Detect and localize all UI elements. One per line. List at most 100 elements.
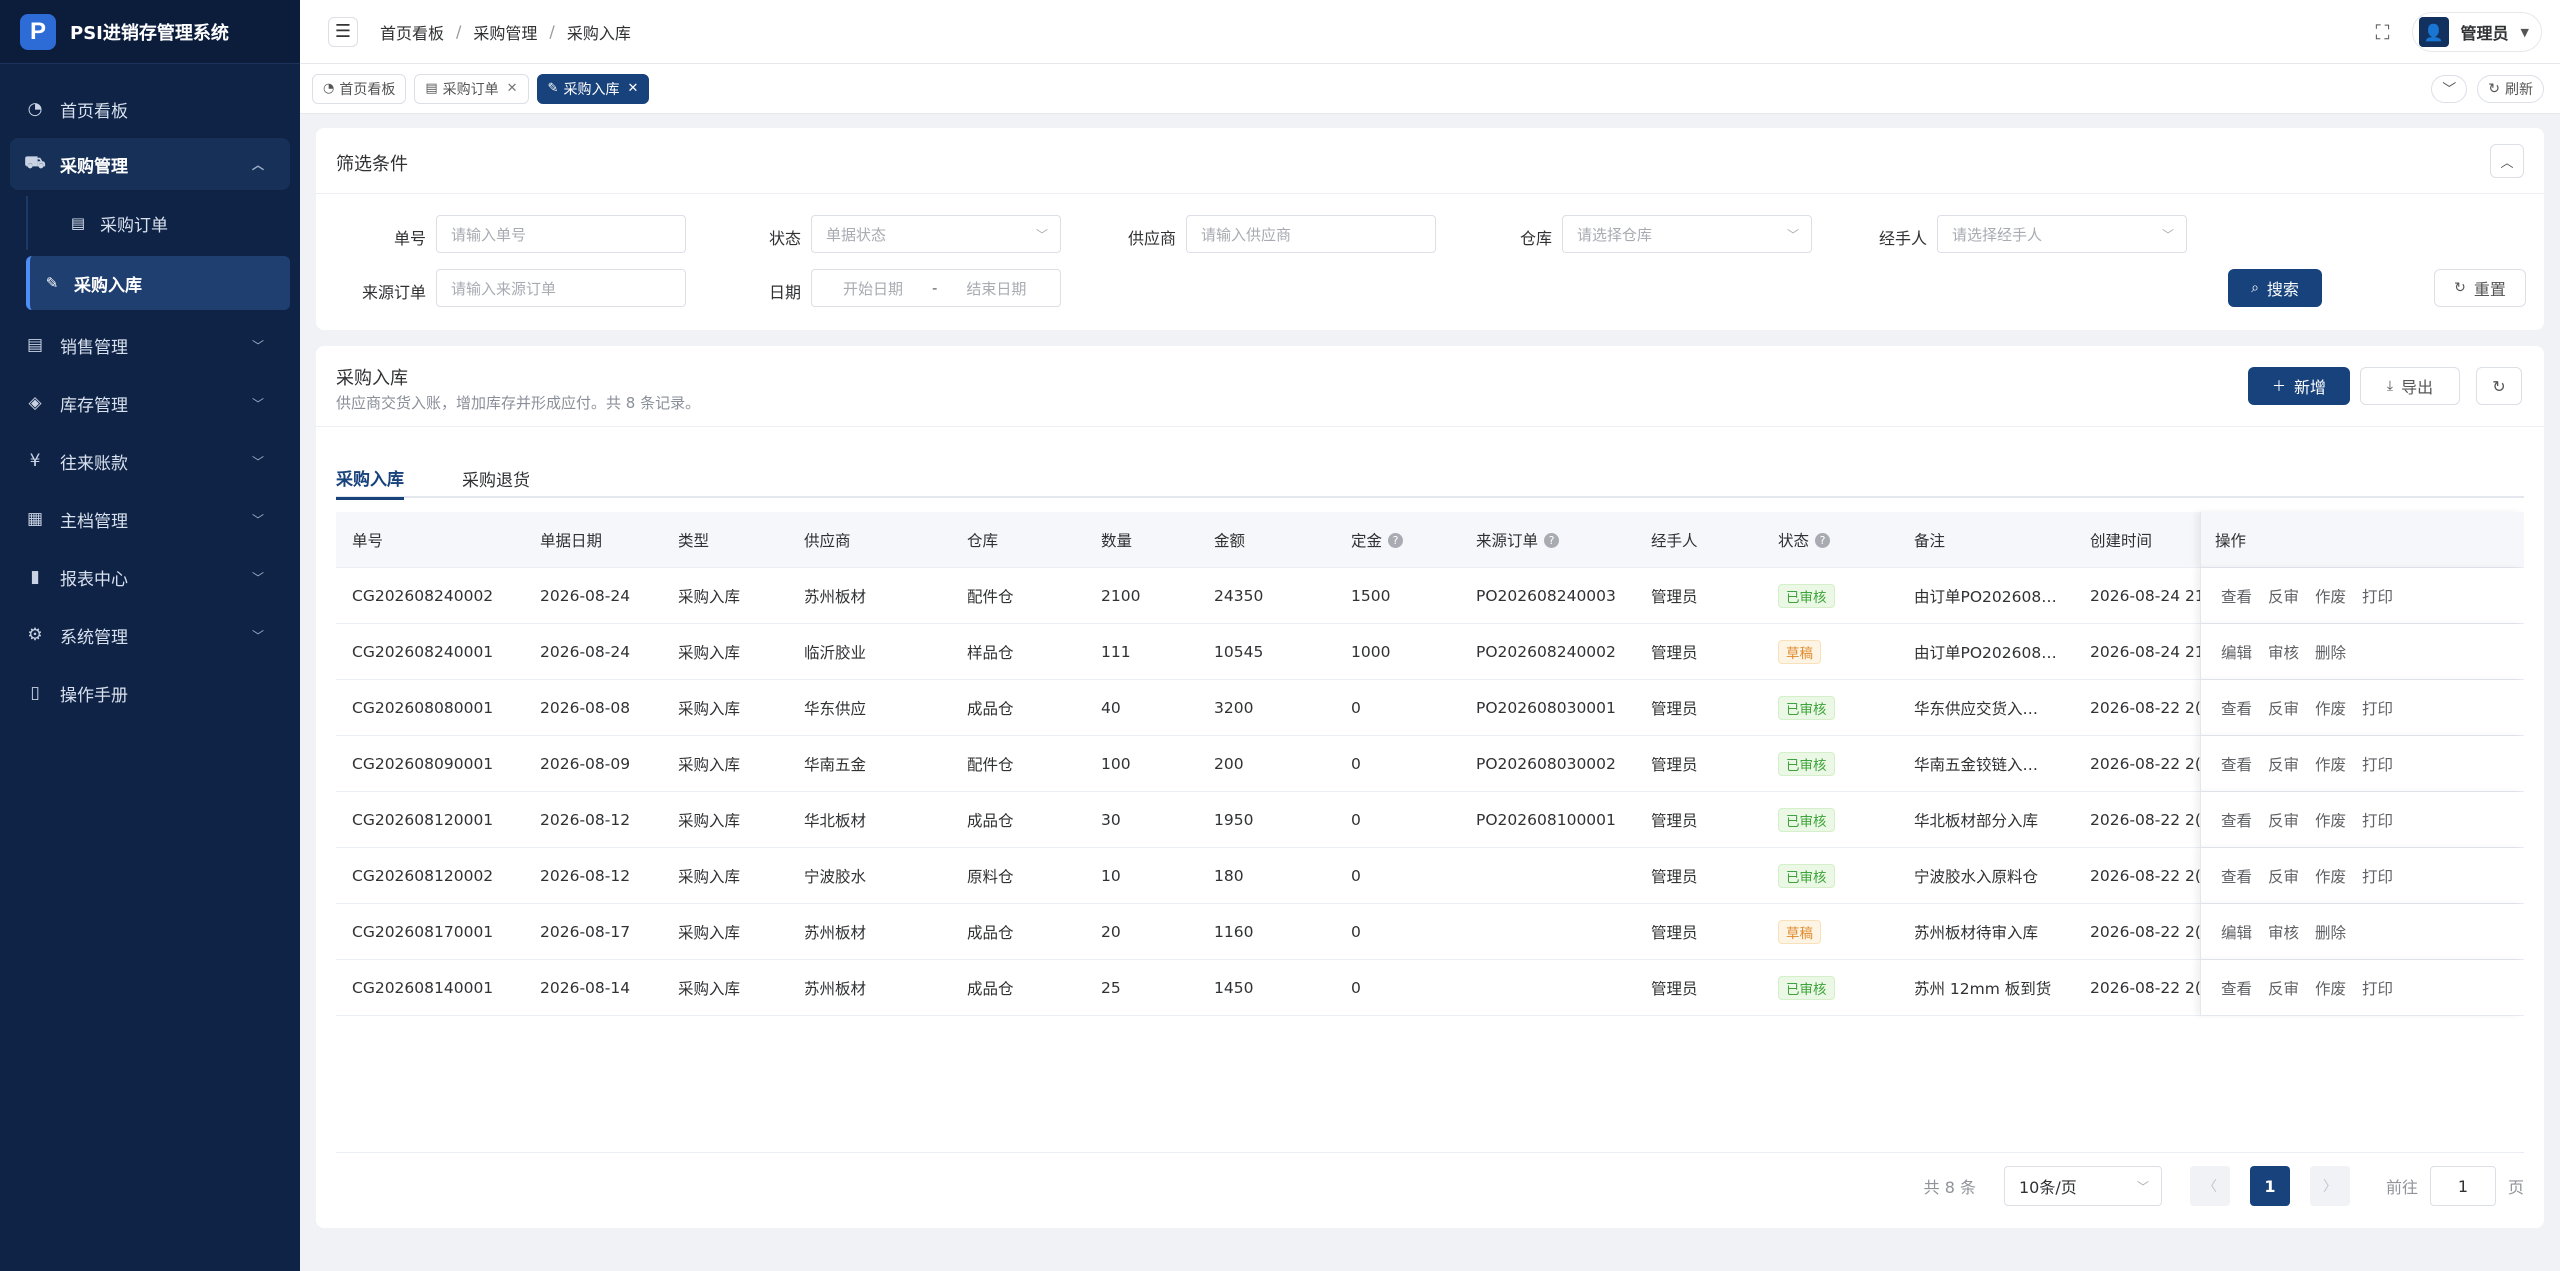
- handler-select[interactable]: 请选择经手人 ﹀: [1937, 215, 2187, 253]
- sidebar-item-inventory[interactable]: ◈ 库存管理 ﹀: [0, 374, 300, 432]
- row-action-link[interactable]: 查看: [2221, 753, 2252, 775]
- amount-cell: 1450: [1214, 979, 1254, 997]
- fullscreen-icon[interactable]: ⛶: [2376, 20, 2390, 44]
- date-range-picker[interactable]: 开始日期 - 结束日期: [811, 269, 1061, 307]
- sidebar-item-reports[interactable]: ▮ 报表中心 ﹀: [0, 548, 300, 606]
- tags-dropdown-button[interactable]: ﹀: [2431, 74, 2468, 103]
- warehouse-label: 仓库: [1519, 229, 1552, 248]
- sidebar-item-manual[interactable]: ▯ 操作手册: [0, 664, 300, 722]
- row-action-link[interactable]: 打印: [2362, 809, 2393, 831]
- chevron-up-icon: ︿: [251, 157, 264, 172]
- row-action-link[interactable]: 作废: [2315, 977, 2346, 999]
- row-action-link[interactable]: 作废: [2315, 585, 2346, 607]
- row-action-link[interactable]: 作废: [2315, 865, 2346, 887]
- sidebar-item-label: 采购入库: [74, 275, 142, 296]
- tag-dashboard[interactable]: ◔ 首页看板: [312, 73, 407, 104]
- row-action-link[interactable]: 编辑: [2221, 641, 2252, 663]
- next-page-button[interactable]: 〉: [2309, 1166, 2350, 1206]
- tag-purchase-order[interactable]: ▤ 采购订单 ✕: [414, 73, 529, 104]
- tab-purchase-return[interactable]: 采购退货: [462, 458, 530, 498]
- row-action-link[interactable]: 打印: [2362, 753, 2393, 775]
- collapse-filter-button[interactable]: ︿: [2490, 144, 2524, 178]
- sidebar-item-purchase[interactable]: ⛟ 采购管理 ︿: [10, 138, 290, 190]
- quantity-cell: 100: [1101, 755, 1131, 773]
- sidebar-item-system[interactable]: ⚙ 系统管理 ﹀: [0, 606, 300, 664]
- supplier-input[interactable]: 请输入供应商: [1186, 215, 1436, 253]
- row-action-link[interactable]: 打印: [2362, 977, 2393, 999]
- order-no-input[interactable]: 请输入单号: [436, 215, 686, 253]
- row-action-link[interactable]: 反审: [2268, 753, 2299, 775]
- row-action-link[interactable]: 审核: [2268, 641, 2299, 663]
- refresh-button[interactable]: ↻ 刷新: [2477, 74, 2544, 103]
- warehouse-select[interactable]: 请选择仓库 ﹀: [1562, 215, 1812, 253]
- export-button[interactable]: ⤓ 导出: [2360, 367, 2460, 405]
- sidebar-item-master-data[interactable]: ▦ 主档管理 ﹀: [0, 490, 300, 548]
- row-action-link[interactable]: 打印: [2362, 865, 2393, 887]
- row-action-link[interactable]: 反审: [2268, 977, 2299, 999]
- row-action-link[interactable]: 打印: [2362, 697, 2393, 719]
- brand: P PSI进销存管理系统: [0, 0, 300, 64]
- source-order-input[interactable]: 请输入来源订单: [436, 269, 686, 307]
- tabs: 采购入库 采购退货: [336, 458, 2524, 500]
- reset-button[interactable]: ↻ 重置: [2434, 269, 2526, 307]
- row-action-link[interactable]: 编辑: [2221, 921, 2252, 943]
- user-menu[interactable]: 👤 管理员 ▼: [2411, 12, 2542, 52]
- row-action-link[interactable]: 作废: [2315, 753, 2346, 775]
- close-icon[interactable]: ✕: [507, 81, 518, 96]
- search-button[interactable]: ⌕ 搜索: [2228, 269, 2322, 307]
- menu-toggle-icon[interactable]: ☰: [328, 16, 358, 47]
- row-action-link[interactable]: 反审: [2268, 697, 2299, 719]
- reload-button[interactable]: ↻: [2476, 367, 2522, 405]
- dashboard-icon: ◔: [27, 99, 43, 119]
- sidebar-item-purchase-order[interactable]: ▤ 采购订单: [26, 196, 290, 250]
- row-action-link[interactable]: 反审: [2268, 585, 2299, 607]
- breadcrumb-item[interactable]: 首页看板: [380, 20, 444, 44]
- prev-page-button[interactable]: 〈: [2189, 1166, 2230, 1206]
- row-action-link[interactable]: 反审: [2268, 809, 2299, 831]
- row-action-link[interactable]: 反审: [2268, 865, 2299, 887]
- status-label: 状态: [768, 229, 801, 248]
- page-size-select[interactable]: 10条/页 ﹀: [2003, 1166, 2162, 1206]
- chevron-down-icon: ﹀: [1035, 227, 1048, 242]
- help-icon[interactable]: ?: [1815, 532, 1831, 548]
- goto-page-input[interactable]: 1: [2429, 1166, 2496, 1206]
- divider: [316, 193, 2544, 194]
- row-actions-cell: 查看 反审 作废 打印: [2221, 568, 2409, 624]
- row-action-link[interactable]: 查看: [2221, 585, 2252, 607]
- tag-purchase-inbound[interactable]: ✎ 采购入库 ✕: [536, 73, 650, 104]
- chevron-down-icon: ﹀: [1786, 227, 1799, 242]
- row-action-link[interactable]: 查看: [2221, 977, 2252, 999]
- row-actions-cell: 查看 反审 作废 打印: [2221, 960, 2409, 1016]
- sidebar-item-accounts[interactable]: ¥ 往来账款 ﹀: [0, 432, 300, 490]
- edit-icon: ✎: [547, 81, 559, 96]
- app-logo: P: [20, 13, 56, 50]
- add-button[interactable]: ＋ 新增: [2248, 367, 2350, 405]
- supplier-cell: 华南五金: [804, 756, 867, 774]
- close-icon[interactable]: ✕: [627, 81, 638, 96]
- sidebar-item-purchase-inbound[interactable]: ✎ 采购入库: [26, 256, 290, 310]
- help-icon[interactable]: ?: [1388, 532, 1404, 548]
- row-actions: 编辑 审核 删除: [2200, 904, 2524, 959]
- row-action-link[interactable]: 查看: [2221, 865, 2252, 887]
- status-select[interactable]: 单据状态 ﹀: [811, 215, 1061, 253]
- row-action-link[interactable]: 删除: [2315, 641, 2346, 663]
- row-action-link[interactable]: 打印: [2362, 585, 2393, 607]
- chevron-down-icon: ﹀: [251, 338, 264, 353]
- handler-cell: 管理员: [1651, 924, 1698, 942]
- quantity-cell: 111: [1101, 643, 1131, 661]
- sidebar-item-dashboard[interactable]: ◔ 首页看板: [0, 80, 300, 138]
- row-action-link[interactable]: 删除: [2315, 921, 2346, 943]
- tab-purchase-inbound[interactable]: 采购入库: [336, 458, 404, 500]
- breadcrumb-item[interactable]: 采购管理: [473, 20, 537, 44]
- table-row: CG202608170001 2026-08-17 采购入库 苏州板材 成品仓 20 116…: [336, 904, 2524, 960]
- sidebar-item-sales[interactable]: ▤ 销售管理 ﹀: [0, 316, 300, 374]
- warehouse-cell: 配件仓: [967, 588, 1014, 606]
- row-action-link[interactable]: 审核: [2268, 921, 2299, 943]
- row-action-link[interactable]: 查看: [2221, 809, 2252, 831]
- help-icon[interactable]: ?: [1544, 532, 1560, 548]
- column-header-deposit: 定金?: [1351, 512, 1404, 568]
- page-number-current[interactable]: 1: [2249, 1166, 2290, 1206]
- row-action-link[interactable]: 作废: [2315, 809, 2346, 831]
- row-action-link[interactable]: 查看: [2221, 697, 2252, 719]
- row-action-link[interactable]: 作废: [2315, 697, 2346, 719]
